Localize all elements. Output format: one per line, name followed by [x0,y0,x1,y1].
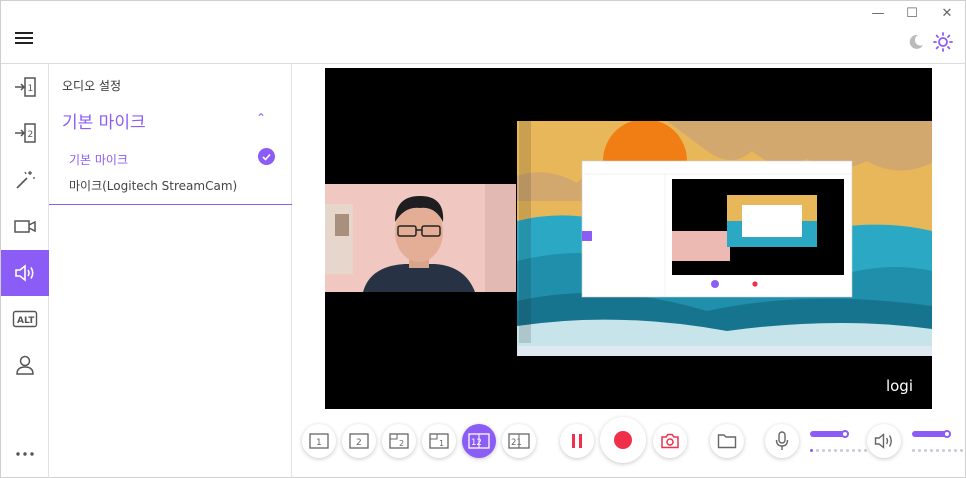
speaker-icon [15,264,34,282]
section-divider [49,204,292,205]
dark-mode-moon-icon[interactable] [906,32,926,52]
effects-button[interactable] [1,157,49,203]
chevron-up-icon[interactable]: ⌃ [256,111,266,125]
close-button[interactable]: ✕ [939,6,955,22]
mic-volume-knob[interactable] [841,430,849,438]
audio-settings-button[interactable] [1,250,49,296]
snapshot-button[interactable] [653,424,687,458]
open-folder-button[interactable] [710,424,744,458]
screen-capture-feed [517,121,932,356]
layout-pip-alt-icon: 1 [429,433,449,449]
maximize-button[interactable]: ☐ [904,6,920,22]
mic-level-meter [810,449,867,452]
app-window: — ☐ ✕ 1 2 ALT 오디오 설정 기본 마이크 ⌃ 기본 마이크 마이크… [0,0,966,478]
source-2-icon: 2 [15,123,36,143]
speaker-mute-button[interactable] [867,424,901,458]
minimize-button[interactable]: — [870,6,886,22]
layout-split-icon: 12 [468,433,490,449]
svg-text:2: 2 [28,130,34,140]
camera-settings-button[interactable] [1,203,49,249]
more-icon [16,452,34,456]
layout-source-1-button[interactable]: 1 [302,424,336,458]
mic-option-streamcam[interactable]: 마이크(Logitech StreamCam) [69,177,237,194]
alt-icon: ALT [12,310,38,328]
layout-pip-2-in-1-button[interactable]: 1 [422,424,456,458]
user-icon [16,355,34,375]
svg-text:1: 1 [439,439,444,448]
svg-text:12: 12 [471,438,482,448]
effects-wand-icon [16,171,35,189]
svg-text:1: 1 [28,84,34,94]
checkmark-icon [258,148,275,165]
audio-settings-panel: 오디오 설정 기본 마이크 ⌃ 기본 마이크 마이크(Logitech Stre… [49,64,292,478]
layout-side-by-side-12-button[interactable]: 12 [462,424,496,458]
light-mode-sun-icon[interactable] [933,32,953,52]
layout-pip-1-in-2-button[interactable]: 2 [382,424,416,458]
svg-text:ALT: ALT [17,316,35,326]
title-bar: — ☐ ✕ [1,1,966,64]
source-2-button[interactable]: 2 [1,110,49,156]
speaker-volume-knob[interactable] [943,430,951,438]
video-camera-icon [14,220,36,233]
source-1-button[interactable]: 1 [1,64,49,110]
menu-icon[interactable] [15,32,33,46]
mic-option-default[interactable]: 기본 마이크 [69,151,128,168]
mic-section-header[interactable]: 기본 마이크 [62,108,146,133]
webcam-feed [325,184,516,292]
pause-icon [572,434,582,448]
svg-text:1: 1 [316,438,322,448]
speaker-icon [874,433,892,449]
layout-pip-icon: 2 [389,433,409,449]
record-button[interactable] [600,417,646,463]
svg-text:21: 21 [511,438,522,448]
pause-button[interactable] [560,424,594,458]
mic-mute-button[interactable] [765,424,799,458]
layout-split-alt-icon: 21 [508,433,530,449]
layout-side-by-side-21-button[interactable]: 21 [502,424,536,458]
logi-watermark: logi [885,377,913,395]
record-icon [614,431,632,449]
panel-title: 오디오 설정 [62,79,122,93]
speaker-level-meter [912,449,966,452]
layout-single-1-icon: 1 [309,433,329,449]
svg-text:2: 2 [399,439,404,448]
layout-single-2-icon: 2 [349,433,369,449]
microphone-icon [775,431,789,450]
folder-icon [717,434,737,449]
account-button[interactable] [1,342,49,388]
source-1-icon: 1 [15,77,36,97]
svg-text:2: 2 [356,438,362,448]
camera-icon [661,433,679,449]
alt-settings-button[interactable]: ALT [1,296,49,342]
more-button[interactable] [1,431,49,477]
layout-source-2-button[interactable]: 2 [342,424,376,458]
video-preview: logi [325,68,932,409]
sidebar-rail: 1 2 ALT [1,64,49,478]
